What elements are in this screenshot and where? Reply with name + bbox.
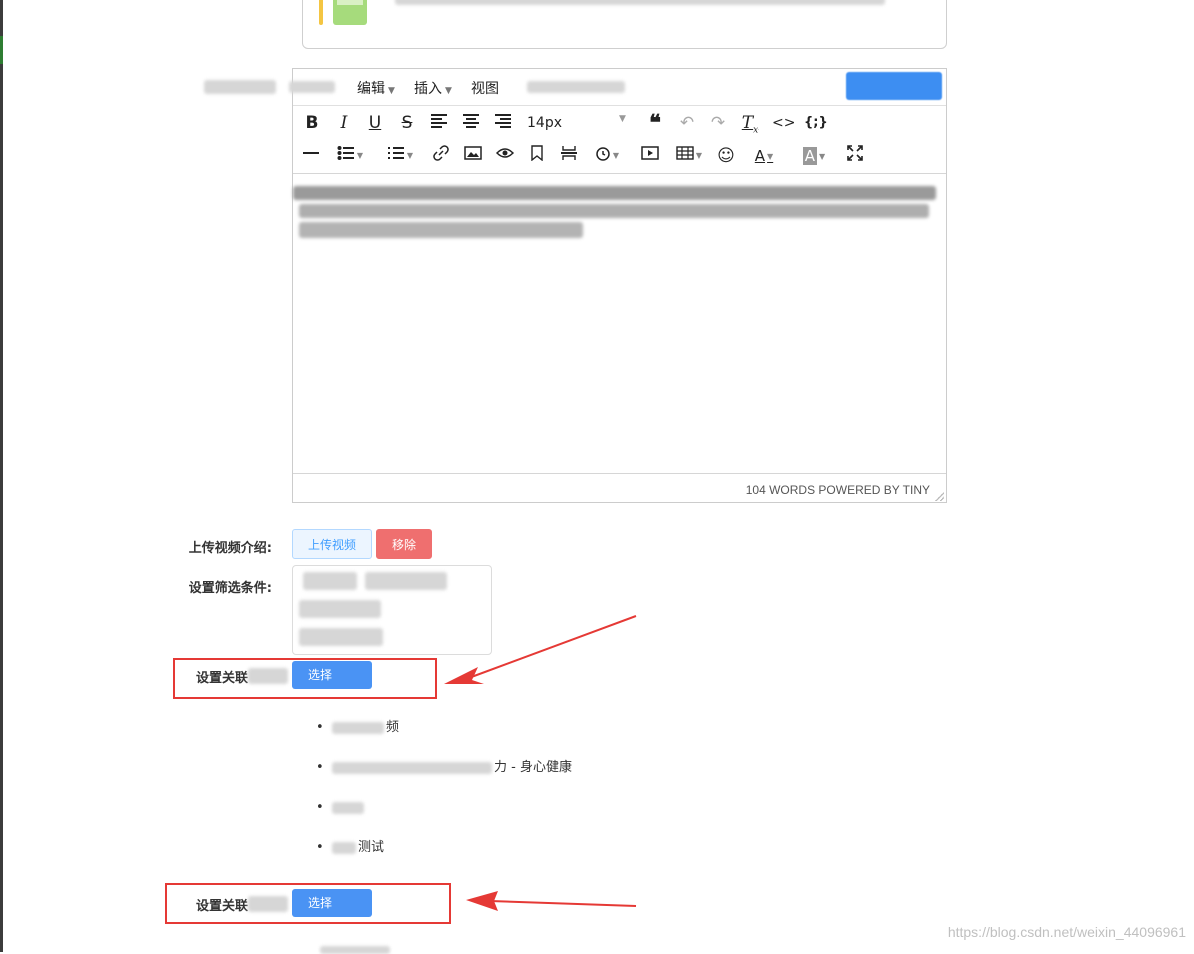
watermark: https://blog.csdn.net/weixin_44096961: [947, 924, 1186, 940]
annotation-arrows: [444, 615, 637, 911]
arrow-icon: [444, 615, 637, 684]
list-item-redacted: [320, 946, 390, 954]
arrow-icon: [466, 891, 637, 911]
